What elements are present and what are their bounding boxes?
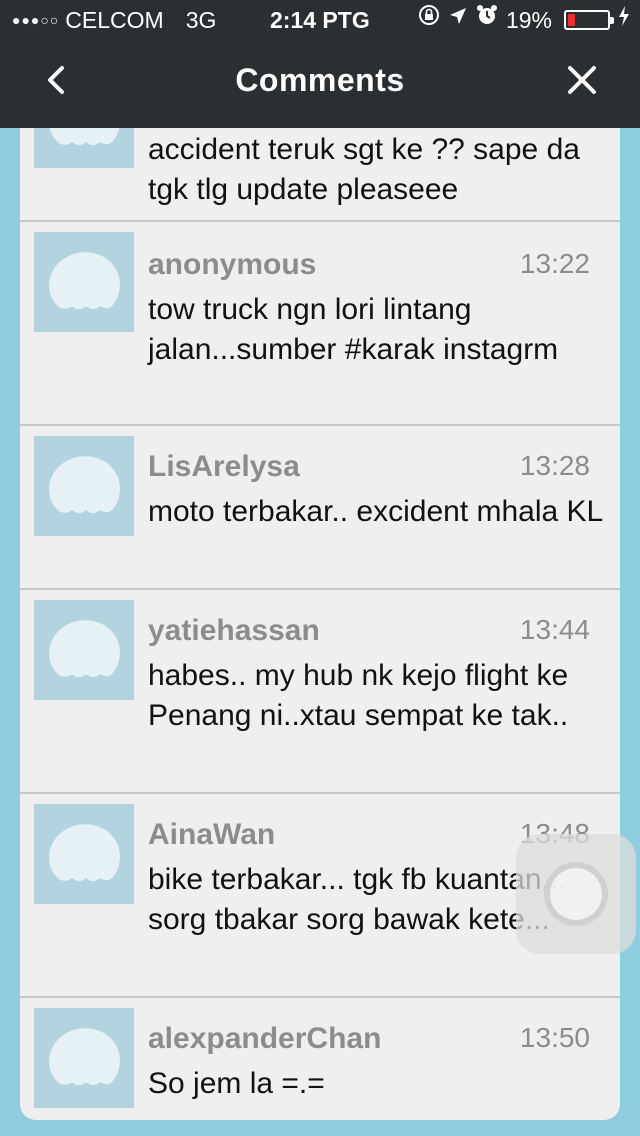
comment-time: 13:28	[519, 450, 590, 481]
status-time: 2:14 PTG	[270, 7, 370, 33]
avatar-placeholder-icon	[49, 456, 120, 513]
comment-username[interactable]: alexpanderChan	[148, 1022, 381, 1056]
comment-text: moto terbakar.. excident mhala KL	[148, 495, 604, 528]
comment-item: alexpanderChan 13:50 So jem la =.=	[20, 998, 620, 1120]
avatar	[34, 232, 134, 332]
close-icon	[568, 66, 596, 94]
avatar	[34, 436, 134, 536]
assistive-touch-button[interactable]	[516, 834, 636, 954]
avatar-placeholder-icon	[49, 1028, 120, 1085]
status-bar: ●●●○○ CELCOM 3G 2:14 PTG 19%	[0, 0, 640, 40]
comment-username[interactable]: yatiehassan	[148, 614, 320, 648]
comment-text: accident teruk sgt ke ?? sape da tgk tlg…	[148, 133, 580, 206]
comment-item: yatiehassan 13:44 habes.. my hub nk kejo…	[20, 590, 620, 794]
comment-item: accident teruk sgt ke ?? sape da tgk tlg…	[20, 128, 620, 222]
comment-username[interactable]: anonymous	[148, 248, 316, 282]
comment-time: 13:44	[519, 614, 590, 645]
carrier-name: CELCOM	[65, 7, 164, 33]
avatar	[34, 600, 134, 700]
battery-icon	[564, 10, 614, 30]
signal-strength: ●●●○○	[12, 12, 60, 28]
assistive-touch-icon	[544, 862, 608, 926]
comment-time: 13:22	[519, 248, 590, 279]
avatar-placeholder-icon	[49, 252, 120, 309]
orientation-lock-icon	[418, 0, 440, 40]
location-arrow-icon	[448, 0, 468, 40]
comment-username[interactable]: AinaWan	[148, 818, 275, 852]
battery-percent: 19%	[505, 7, 552, 33]
comment-username[interactable]: LisArelysa	[148, 450, 300, 484]
network-type: 3G	[185, 7, 217, 33]
comment-text: tow truck ngn lori lintang jalan...sumbe…	[148, 293, 559, 366]
comment-item: LisArelysa 13:28 moto terbakar.. exciden…	[20, 426, 620, 590]
navigation-bar: Comments	[0, 40, 640, 128]
alarm-clock-icon	[476, 0, 498, 40]
avatar	[34, 1008, 134, 1108]
comments-list[interactable]: accident teruk sgt ke ?? sape da tgk tlg…	[20, 128, 620, 1120]
avatar-placeholder-icon	[49, 620, 120, 677]
comment-text: So jem la =.=	[148, 1067, 325, 1100]
avatar-placeholder-icon	[49, 128, 120, 145]
avatar-placeholder-icon	[49, 824, 120, 881]
close-button[interactable]	[560, 58, 604, 102]
page-title: Comments	[235, 62, 405, 98]
charging-bolt-icon	[618, 0, 630, 40]
comment-text: habes.. my hub nk kejo flight ke Penang …	[148, 659, 569, 732]
avatar	[34, 804, 134, 904]
avatar	[34, 128, 134, 168]
comment-item: anonymous 13:22 tow truck ngn lori linta…	[20, 222, 620, 426]
comment-time: 13:50	[519, 1022, 590, 1053]
